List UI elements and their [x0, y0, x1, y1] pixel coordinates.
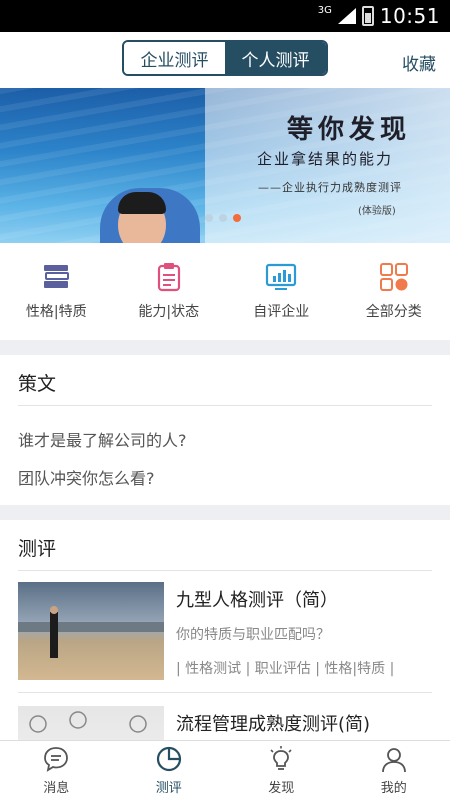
signal-icon — [338, 8, 356, 24]
grid-icon — [378, 261, 410, 293]
lightbulb-sketches — [18, 706, 164, 740]
section-title: 测评 — [18, 534, 56, 561]
battery-icon — [362, 6, 374, 26]
category-self-evaluate-company[interactable]: 自评企业 — [225, 243, 338, 340]
divider — [18, 570, 432, 571]
mountain-silhouette — [18, 622, 164, 632]
banner-subline: 企业拿结果的能力 — [257, 148, 393, 169]
message-icon — [42, 745, 70, 773]
tab-label: 测评 — [156, 777, 182, 796]
carousel-dot[interactable] — [205, 214, 213, 222]
assessment-card[interactable]: 流程管理成熟度测评(简) — [0, 706, 450, 740]
category-row: 性格|特质 能力|状态 自评企业 全部分类 — [0, 243, 450, 340]
category-label: 性格|特质 — [26, 301, 87, 321]
divider — [18, 692, 432, 693]
clock: 10:51 — [380, 4, 440, 28]
category-label: 能力|状态 — [138, 301, 199, 321]
segment-enterprise-assessment[interactable]: 企业测评 — [124, 42, 225, 74]
segment-control: 企业测评 个人测评 — [122, 40, 328, 76]
books-icon — [40, 261, 72, 293]
carousel-dots[interactable] — [205, 214, 241, 222]
tab-discover[interactable]: 发现 — [225, 741, 338, 801]
banner-version: (体验版) — [358, 202, 396, 217]
category-personality[interactable]: 性格|特质 — [0, 243, 113, 340]
banner-headline: 等你发现 — [287, 109, 411, 146]
tab-messages[interactable]: 消息 — [0, 741, 113, 801]
person-figure — [50, 612, 58, 658]
bottom-tab-bar: 消息 测评 发现 我的 — [0, 740, 450, 801]
assessment-thumbnail — [18, 706, 164, 740]
section-title: 策文 — [18, 369, 56, 396]
tab-assessment[interactable]: 测评 — [113, 741, 226, 801]
category-ability[interactable]: 能力|状态 — [113, 243, 226, 340]
carousel-dot[interactable] — [219, 214, 227, 222]
article-link[interactable]: 谁才是最了解公司的人? — [18, 427, 187, 451]
assessment-title: 流程管理成熟度测评(简) — [176, 710, 370, 736]
top-bar: 企业测评 个人测评 收藏 — [0, 32, 450, 88]
article-link[interactable]: 团队冲突你怎么看? — [18, 465, 155, 489]
tab-label: 发现 — [268, 777, 294, 796]
tab-label: 我的 — [381, 777, 407, 796]
category-label: 全部分类 — [366, 301, 422, 321]
banner-caption: ——企业执行力成熟度测评 — [258, 179, 402, 195]
divider — [18, 405, 432, 406]
articles-section: 策文 谁才是最了解公司的人? 团队冲突你怎么看? — [0, 355, 450, 505]
assessment-title: 九型人格测评（简） — [176, 586, 338, 612]
category-all[interactable]: 全部分类 — [338, 243, 450, 340]
category-label: 自评企业 — [253, 301, 309, 321]
segment-personal-assessment[interactable]: 个人测评 — [225, 42, 326, 74]
promo-banner[interactable]: 等你发现 企业拿结果的能力 ——企业执行力成熟度测评 (体验版) — [0, 88, 450, 243]
assessment-section: 测评 九型人格测评（简） 你的特质与职业匹配吗？ | 性格测试 | 职业评估 |… — [0, 520, 450, 740]
favorites-button[interactable]: 收藏 — [402, 50, 436, 75]
person-head — [50, 606, 58, 614]
carousel-dot-active[interactable] — [233, 214, 241, 222]
pie-chart-icon — [155, 745, 183, 773]
assessment-tags: | 性格测试 | 职业评估 | 性格|特质 | — [176, 658, 394, 678]
person-hair — [118, 192, 166, 214]
user-icon — [380, 745, 408, 773]
assessment-card[interactable]: 九型人格测评（简） 你的特质与职业匹配吗？ | 性格测试 | 职业评估 | 性格… — [0, 582, 450, 692]
status-bar: 3G 10:51 — [0, 0, 450, 32]
tab-mine[interactable]: 我的 — [338, 741, 450, 801]
assessment-thumbnail — [18, 582, 164, 680]
clipboard-icon — [153, 261, 185, 293]
tab-label: 消息 — [43, 777, 69, 796]
lightbulb-icon — [267, 745, 295, 773]
network-type: 3G — [318, 5, 332, 16]
monitor-chart-icon — [265, 261, 297, 293]
assessment-description: 你的特质与职业匹配吗？ — [176, 624, 330, 644]
